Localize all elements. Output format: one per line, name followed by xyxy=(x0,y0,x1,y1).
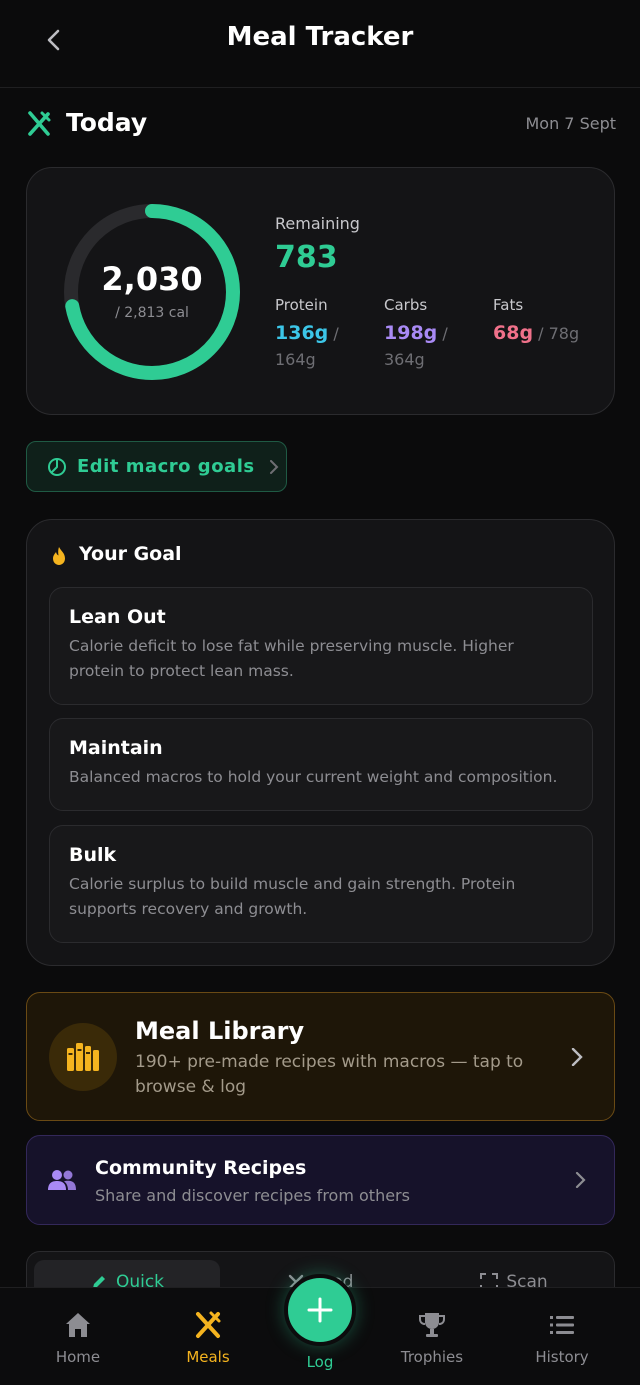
macro-label: Fats xyxy=(493,296,524,314)
library-title: Meal Library xyxy=(135,1017,305,1045)
nav-trophies[interactable]: Trophies xyxy=(382,1310,482,1366)
macro-goal: / 78g xyxy=(538,324,580,343)
edit-macro-goals-button[interactable]: Edit macro goals xyxy=(26,441,287,492)
book-library-icon xyxy=(67,1043,99,1071)
macro-fats: Fats 68g / 78g xyxy=(493,296,593,347)
library-desc: 190+ pre-made recipes with macros — tap … xyxy=(135,1052,524,1097)
trophy-icon xyxy=(419,1313,445,1337)
chevron-right-icon xyxy=(571,1048,583,1066)
fork-knife-icon xyxy=(196,1311,221,1338)
macro-values: 136g / 164g xyxy=(275,320,375,373)
macro-label: Carbs xyxy=(384,296,428,314)
flame-icon xyxy=(53,547,65,565)
chevron-right-icon xyxy=(269,459,279,474)
today-row: Today Mon 7 Sept xyxy=(26,108,616,144)
nav-label: History xyxy=(535,1348,589,1366)
remaining-value: 783 xyxy=(275,240,338,275)
nav-label: Trophies xyxy=(400,1348,464,1366)
today-date: Mon 7 Sept xyxy=(525,114,616,133)
goal-option-title: Lean Out xyxy=(69,606,166,628)
macro-value: 68g xyxy=(493,322,534,344)
macro-value: 198g xyxy=(384,322,438,344)
nav-history[interactable]: History xyxy=(512,1310,612,1366)
macro-carbs: Carbs 198g / 364g xyxy=(384,296,454,373)
community-title: Community Recipes xyxy=(95,1157,307,1179)
nav-label: Meals xyxy=(186,1348,230,1366)
users-icon xyxy=(48,1170,76,1190)
goal-option-title: Bulk xyxy=(69,844,117,866)
macro-label: Protein xyxy=(275,296,328,314)
your-goal-card: Your Goal Lean Out Calorie deficit to lo… xyxy=(26,519,615,966)
list-icon xyxy=(550,1316,574,1334)
goal-title: Your Goal xyxy=(79,543,182,565)
nav-home[interactable]: Home xyxy=(28,1310,128,1366)
app-header: Meal Tracker xyxy=(0,0,640,88)
community-recipes-card[interactable]: Community Recipes Share and discover rec… xyxy=(26,1135,615,1225)
library-icon-badge xyxy=(49,1023,117,1091)
meal-library-card[interactable]: Meal Library 190+ pre-made recipes with … xyxy=(26,992,615,1121)
goal-option-title: Maintain xyxy=(69,737,163,759)
macro-value: 136g xyxy=(275,322,329,344)
chevron-right-icon xyxy=(575,1172,586,1188)
home-icon xyxy=(66,1313,90,1337)
remaining-label: Remaining xyxy=(275,214,360,233)
macro-values: 68g / 78g xyxy=(493,320,593,347)
nav-label: Home xyxy=(55,1348,101,1366)
today-title: Today xyxy=(66,108,148,137)
edit-macro-goals-label: Edit macro goals xyxy=(77,456,255,477)
goal-option-desc: Calorie deficit to lose fat while preser… xyxy=(69,637,514,680)
macro-values: 198g / 364g xyxy=(384,320,454,373)
goal-option-desc: Balanced macros to hold your current wei… xyxy=(69,768,558,786)
goal-option-lean-out[interactable]: Lean Out Calorie deficit to lose fat whi… xyxy=(49,587,593,705)
calories-consumed: 2,030 xyxy=(101,260,203,298)
log-fab-button[interactable] xyxy=(284,1274,356,1346)
goal-option-bulk[interactable]: Bulk Calorie surplus to build muscle and… xyxy=(49,825,593,943)
page-title: Meal Tracker xyxy=(226,22,414,52)
plus-icon xyxy=(307,1297,333,1323)
fork-knife-icon xyxy=(28,111,51,136)
goal-option-desc: Calorie surplus to build muscle and gain… xyxy=(69,875,516,918)
calorie-summary-card: 2,030 / 2,813 cal Remaining 783 Protein … xyxy=(26,167,615,415)
goal-option-maintain[interactable]: Maintain Balanced macros to hold your cu… xyxy=(49,718,593,811)
pie-chart-icon xyxy=(48,457,66,476)
nav-label-log: Log xyxy=(306,1353,334,1371)
community-desc: Share and discover recipes from others xyxy=(95,1186,410,1205)
macro-protein: Protein 136g / 164g xyxy=(275,296,375,373)
calories-target: / 2,813 cal xyxy=(115,305,189,321)
nav-meals[interactable]: Meals xyxy=(158,1310,258,1366)
